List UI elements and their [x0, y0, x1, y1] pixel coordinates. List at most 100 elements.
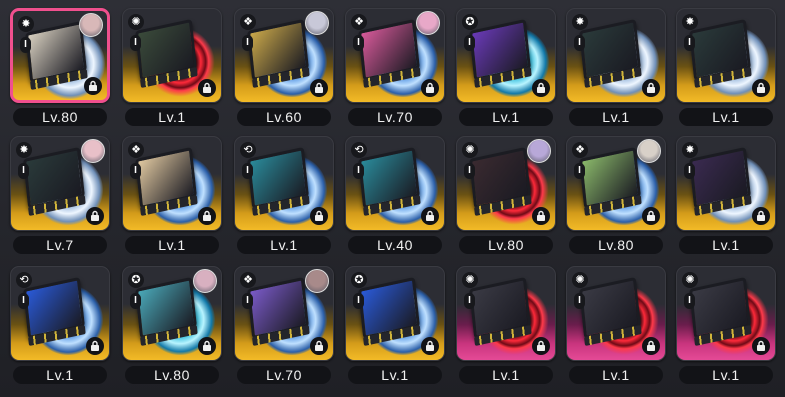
lock-icon[interactable]	[86, 207, 104, 225]
disc-card-frame: ❖ I	[566, 136, 666, 231]
lock-icon[interactable]	[198, 337, 216, 355]
disc-cover-art	[358, 146, 420, 210]
disc-card[interactable]: ❖ I Lv.1	[122, 136, 222, 256]
disc-cover-art	[469, 146, 531, 210]
lock-icon[interactable]	[421, 337, 439, 355]
disc-card[interactable]: ✸ I Lv.1	[676, 8, 776, 128]
rank-badge: I	[242, 293, 253, 309]
lock-icon[interactable]	[532, 337, 550, 355]
disc-card[interactable]: ⟲ I Lv.40	[345, 136, 445, 256]
level-label: Lv.1	[348, 366, 442, 384]
disc-card[interactable]: ✪ I Lv.1	[345, 266, 445, 386]
disc-card-frame: ⟲ I	[10, 266, 110, 361]
lock-icon[interactable]	[642, 337, 660, 355]
disc-card-frame: ❖ I	[234, 8, 334, 103]
disc-cover-art	[358, 276, 420, 340]
defense-icon: ⟲	[16, 272, 32, 288]
disc-card-frame: ✺ I	[676, 266, 776, 361]
disc-card[interactable]: ❖ I Lv.70	[234, 266, 334, 386]
disc-card-frame: ✪ I	[345, 266, 445, 361]
equipped-agent-avatar	[637, 139, 661, 163]
disc-card[interactable]: ✺ I Lv.1	[566, 266, 666, 386]
level-label: Lv.1	[125, 108, 219, 126]
disc-cover-art	[469, 18, 531, 82]
disc-card[interactable]: ⟲ I Lv.1	[10, 266, 110, 386]
lock-icon[interactable]	[84, 77, 102, 95]
equipped-agent-avatar	[527, 139, 551, 163]
rank-badge: I	[574, 293, 585, 309]
disc-card[interactable]: ✸ I Lv.80	[10, 8, 110, 128]
lock-icon[interactable]	[642, 79, 660, 97]
equipped-agent-avatar	[81, 139, 105, 163]
disc-card[interactable]: ✺ I Lv.80	[456, 136, 556, 256]
disc-cover-art	[247, 18, 309, 82]
lock-icon[interactable]	[198, 207, 216, 225]
lock-icon[interactable]	[532, 79, 550, 97]
disc-card-frame: ✪ I	[122, 266, 222, 361]
level-label: Lv.80	[125, 366, 219, 384]
level-label: Lv.1	[569, 108, 663, 126]
disc-cover-art	[689, 276, 751, 340]
rank-badge: I	[464, 35, 475, 51]
disc-cover-art	[689, 146, 751, 210]
disc-card[interactable]: ✪ I Lv.1	[456, 8, 556, 128]
disc-card[interactable]: ✺ I Lv.1	[122, 8, 222, 128]
equipped-agent-avatar	[305, 11, 329, 35]
disc-card-frame: ✺ I	[566, 266, 666, 361]
disc-cover-art	[579, 18, 641, 82]
anomaly-icon: ❖	[572, 142, 588, 158]
disc-cover-art	[689, 18, 751, 82]
attack-icon: ✸	[682, 14, 698, 30]
disc-cover-art	[579, 146, 641, 210]
level-label: Lv.80	[569, 236, 663, 254]
disc-card[interactable]: ❖ I Lv.70	[345, 8, 445, 128]
disc-card[interactable]: ✪ I Lv.80	[122, 266, 222, 386]
lock-icon[interactable]	[198, 79, 216, 97]
disc-card-frame: ✺ I	[456, 136, 556, 231]
disc-card[interactable]: ❖ I Lv.80	[566, 136, 666, 256]
disc-card[interactable]: ✸ I Lv.1	[676, 136, 776, 256]
disc-card[interactable]: ✸ I Lv.1	[566, 8, 666, 128]
lock-icon[interactable]	[310, 337, 328, 355]
level-label: Lv.1	[569, 366, 663, 384]
equipped-agent-avatar	[416, 11, 440, 35]
level-label: Lv.1	[13, 366, 107, 384]
rank-badge: I	[18, 163, 29, 179]
disc-inventory-grid: ✸ I Lv.80 ✺ I Lv.1 ❖ I Lv.60 ❖ I Lv.70 ✪ I Lv.1 ✸ I Lv.1 ✸…	[0, 0, 785, 397]
lock-icon[interactable]	[421, 79, 439, 97]
lock-icon[interactable]	[752, 207, 770, 225]
disc-card[interactable]: ❖ I Lv.60	[234, 8, 334, 128]
disc-card-frame: ❖ I	[345, 8, 445, 103]
rank-badge: I	[464, 293, 475, 309]
disc-card-frame: ❖ I	[122, 136, 222, 231]
disc-card[interactable]: ✺ I Lv.1	[676, 266, 776, 386]
disc-card[interactable]: ⟲ I Lv.1	[234, 136, 334, 256]
level-label: Lv.70	[237, 366, 331, 384]
disc-cover-art	[247, 146, 309, 210]
level-label: Lv.1	[125, 236, 219, 254]
lock-icon[interactable]	[310, 207, 328, 225]
disc-cover-art	[23, 276, 85, 340]
disc-cover-art	[23, 146, 85, 210]
level-label: Lv.1	[237, 236, 331, 254]
disc-card-frame-selected: ✸ I	[10, 8, 110, 103]
disc-card-frame: ✸ I	[676, 8, 776, 103]
disc-cover-art	[247, 276, 309, 340]
lock-icon[interactable]	[642, 207, 660, 225]
disc-card[interactable]: ✸ I Lv.7	[10, 136, 110, 256]
disc-card[interactable]: ✺ I Lv.1	[456, 266, 556, 386]
disc-cover-art	[135, 276, 197, 340]
level-label: Lv.40	[348, 236, 442, 254]
lock-icon[interactable]	[752, 79, 770, 97]
rank-badge: I	[130, 293, 141, 309]
lock-icon[interactable]	[532, 207, 550, 225]
lock-icon[interactable]	[310, 79, 328, 97]
lock-icon[interactable]	[421, 207, 439, 225]
level-label: Lv.1	[679, 366, 773, 384]
support-icon: ✺	[682, 272, 698, 288]
disc-card-frame: ✸ I	[10, 136, 110, 231]
lock-icon[interactable]	[86, 337, 104, 355]
disc-card-frame: ✺ I	[456, 266, 556, 361]
lock-icon[interactable]	[752, 337, 770, 355]
attack-icon: ✸	[572, 14, 588, 30]
